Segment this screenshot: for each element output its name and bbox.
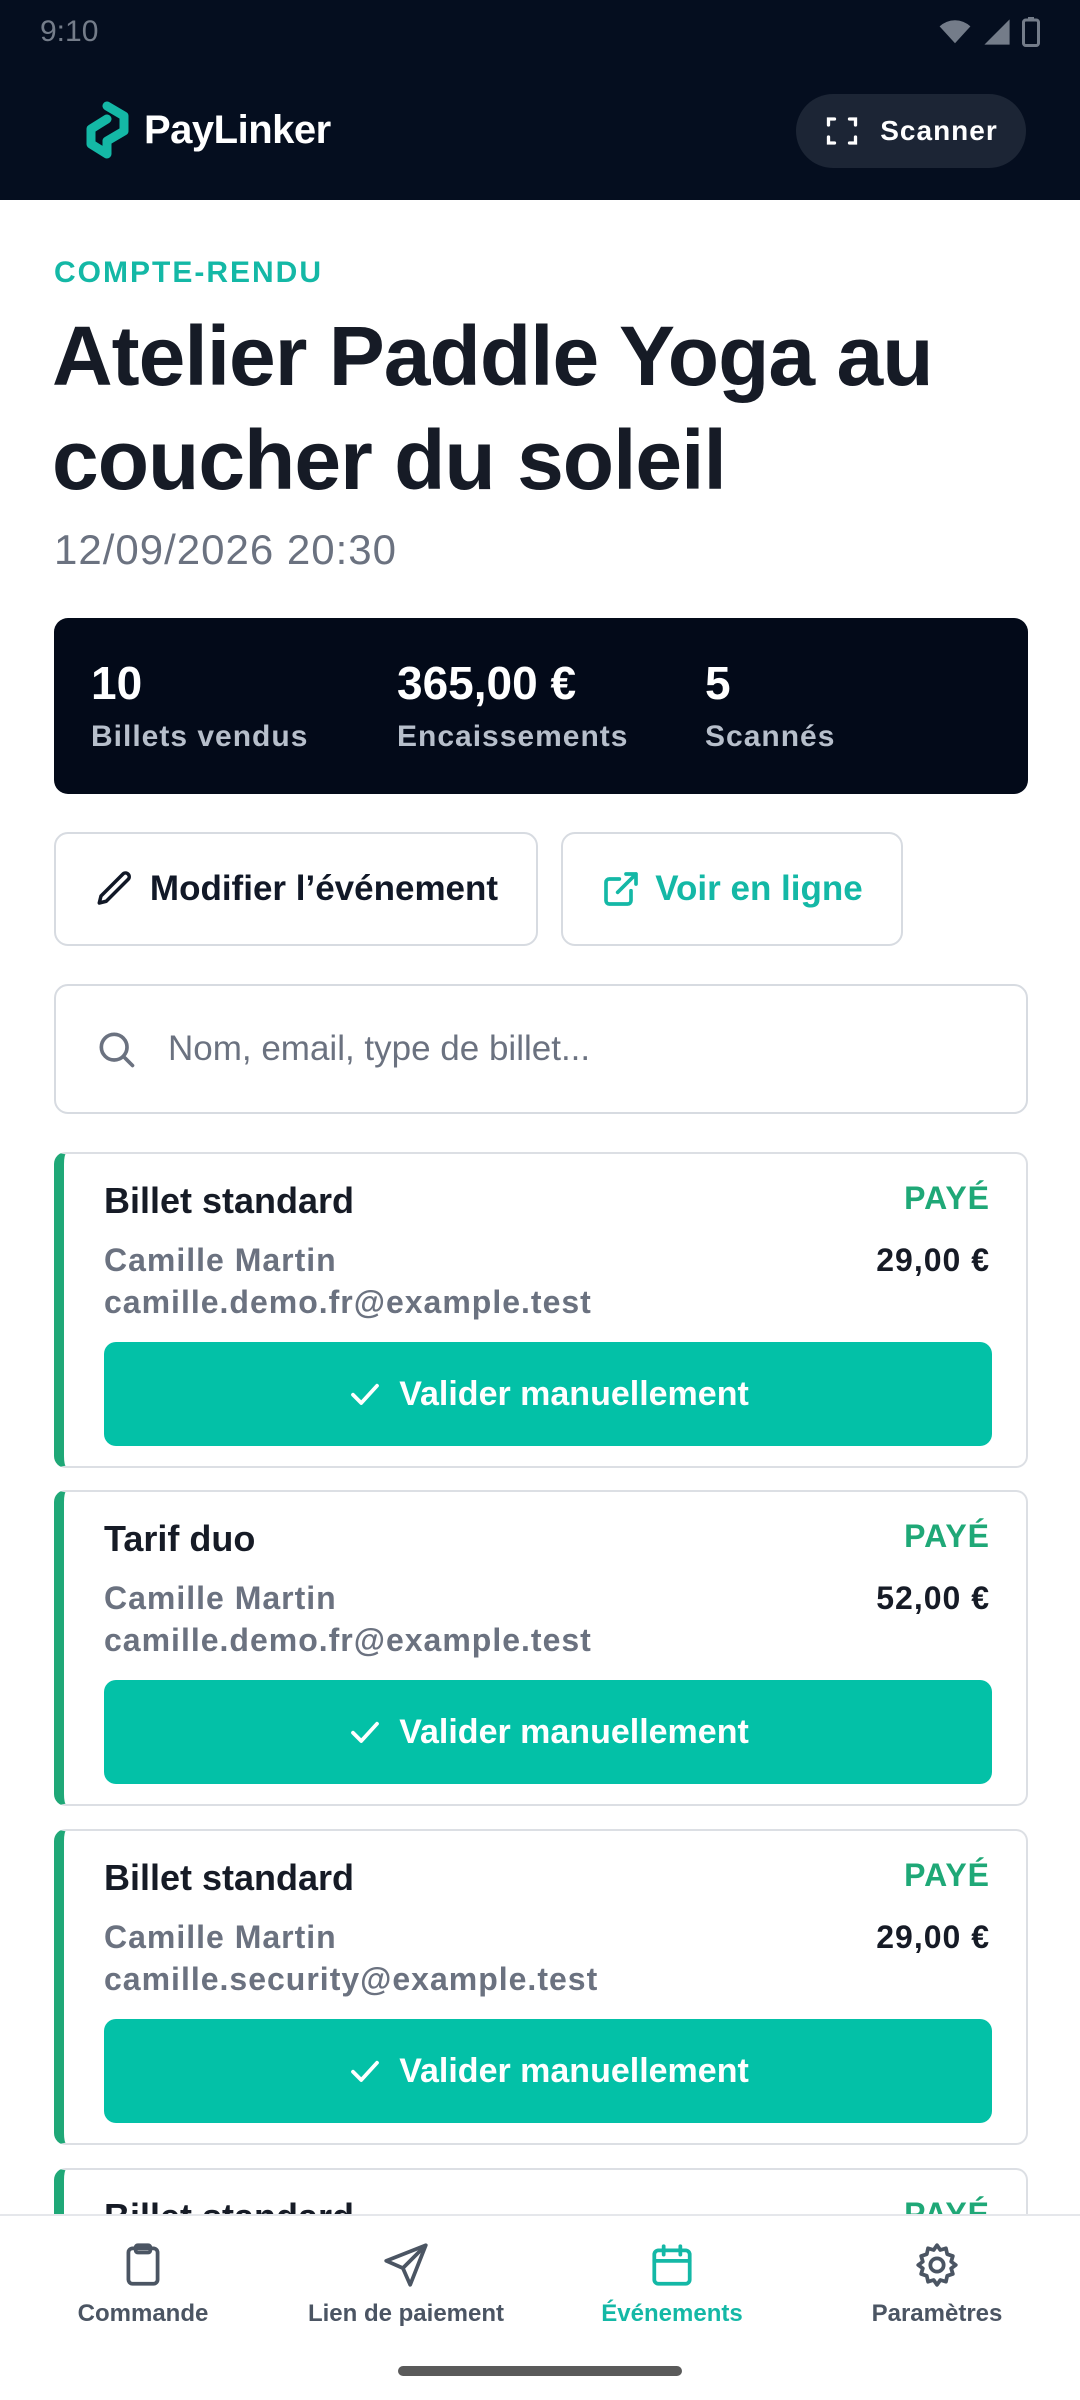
view-online-button[interactable]: Voir en ligne bbox=[561, 832, 903, 946]
stat-revenue: 365,00 € Encaissements bbox=[397, 656, 628, 754]
status-time: 9:10 bbox=[40, 15, 99, 48]
pencil-icon bbox=[97, 871, 131, 905]
stats-panel: 10 Billets vendus 365,00 € Encaissements… bbox=[54, 618, 1028, 794]
scan-frame-icon bbox=[827, 117, 858, 145]
stat-label: Billets vendus bbox=[91, 720, 309, 753]
stat-value: 365,00 € bbox=[397, 657, 577, 709]
stat-value: 5 bbox=[705, 657, 731, 709]
validate-manually-button[interactable]: Valider manuellement bbox=[104, 1342, 992, 1446]
page-eyebrow: COMPTE-RENDU bbox=[54, 256, 323, 289]
stat-value: 10 bbox=[91, 657, 143, 709]
validate-label: Valider manuellement bbox=[399, 2051, 749, 2090]
nav-item-commande[interactable]: Commande bbox=[8, 2240, 278, 2350]
edit-event-label: Modifier l’événement bbox=[149, 869, 499, 908]
stat-label: Encaissements bbox=[397, 720, 629, 753]
clipboard-icon bbox=[126, 2243, 160, 2286]
attendee-email: camille.demo.fr@example.test bbox=[104, 1284, 592, 1320]
validate-manually-button[interactable]: Valider manuellement bbox=[104, 1680, 992, 1784]
app-name: PayLinker bbox=[144, 107, 331, 152]
calendar-icon bbox=[652, 2244, 692, 2286]
attendee-name: Camille Martin bbox=[104, 1242, 337, 1278]
ticket-type: Tarif duo bbox=[104, 1518, 256, 1559]
status-badge: PAYÉ bbox=[904, 1518, 990, 1554]
attendee-name: Camille Martin bbox=[104, 1919, 337, 1955]
status-badge: PAYÉ bbox=[904, 1857, 990, 1893]
paylinker-logo-icon bbox=[86, 101, 129, 159]
scanner-label: Scanner bbox=[880, 115, 998, 146]
status-bar: 9:10 bbox=[40, 12, 1040, 52]
page-title: Atelier Paddle Yoga au coucher du soleil bbox=[52, 309, 934, 507]
nav-item-events[interactable]: Événements bbox=[537, 2240, 807, 2350]
check-icon bbox=[351, 1721, 380, 1743]
ticket-card: Billet standard PAYÉ Camille Martin 29,0… bbox=[54, 1152, 1028, 1468]
ticket-card: Billet standard PAYÉ Camille Martin 29,0… bbox=[54, 1829, 1028, 2145]
ticket-type: Billet standard bbox=[104, 1180, 355, 1221]
search-input[interactable] bbox=[168, 1029, 928, 1069]
stat-tickets-sold: 10 Billets vendus bbox=[91, 656, 308, 754]
ticket-card: Tarif duo PAYÉ Camille Martin 52,00 € ca… bbox=[54, 1490, 1028, 1806]
attendee-email: camille.security@example.test bbox=[104, 1961, 599, 1997]
nav-label: Lien de paiement bbox=[307, 2300, 505, 2327]
stat-scanned: 5 Scannés bbox=[705, 656, 835, 754]
wifi-icon bbox=[939, 20, 971, 44]
send-icon bbox=[384, 2243, 428, 2287]
ticket-type: Billet standard bbox=[104, 1857, 355, 1898]
ticket-price: 29,00 € bbox=[876, 1242, 990, 1278]
nav-item-payment-link[interactable]: Lien de paiement bbox=[271, 2240, 541, 2350]
attendee-email: camille.demo.fr@example.test bbox=[104, 1622, 592, 1658]
ticket-price: 52,00 € bbox=[876, 1580, 990, 1616]
view-online-label: Voir en ligne bbox=[655, 869, 863, 908]
search-icon bbox=[99, 1032, 135, 1068]
check-icon bbox=[351, 2060, 380, 2082]
attendee-name: Camille Martin bbox=[104, 1580, 337, 1616]
external-link-icon bbox=[604, 872, 639, 906]
battery-icon bbox=[1022, 17, 1040, 47]
search-box[interactable] bbox=[54, 984, 1028, 1114]
nav-label: Commande bbox=[77, 2300, 209, 2327]
scanner-button[interactable]: Scanner bbox=[796, 94, 1026, 168]
nav-label: Paramètres bbox=[871, 2300, 1003, 2327]
bottom-nav: Commande Lien de paiement Événements Par… bbox=[0, 2214, 1080, 2400]
validate-manually-button[interactable]: Valider manuellement bbox=[104, 2019, 992, 2123]
home-indicator[interactable] bbox=[398, 2366, 682, 2376]
nav-item-settings[interactable]: Paramètres bbox=[802, 2240, 1072, 2350]
status-badge: PAYÉ bbox=[904, 1180, 990, 1216]
validate-label: Valider manuellement bbox=[399, 1374, 749, 1413]
gear-icon bbox=[916, 2243, 958, 2287]
check-icon bbox=[351, 1383, 380, 1405]
stat-label: Scannés bbox=[705, 720, 836, 753]
ticket-price: 29,00 € bbox=[876, 1919, 990, 1955]
signal-icon bbox=[984, 19, 1010, 45]
app-logo[interactable]: PayLinker bbox=[82, 98, 331, 162]
status-icons bbox=[938, 17, 1040, 47]
nav-label: Événements bbox=[601, 2300, 743, 2327]
app-header: 9:10 PayLinker Scanner bbox=[0, 0, 1080, 200]
validate-label: Valider manuellement bbox=[399, 1712, 749, 1751]
event-datetime: 12/09/2026 20:30 bbox=[54, 526, 397, 573]
edit-event-button[interactable]: Modifier l’événement bbox=[54, 832, 538, 946]
